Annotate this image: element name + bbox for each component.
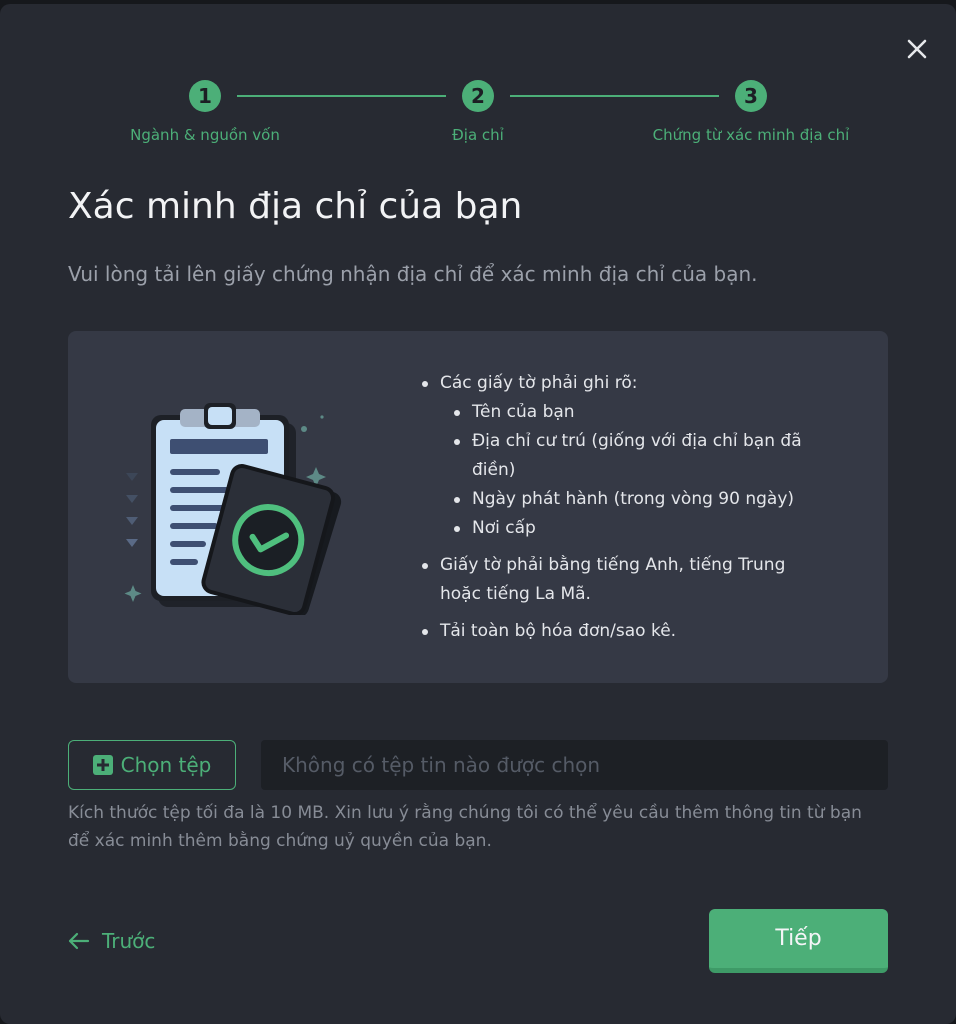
step-connector-1-2 bbox=[237, 95, 446, 97]
requirements-panel: Các giấy tờ phải ghi rõ: Tên của bạn Địa… bbox=[68, 331, 888, 683]
back-button[interactable]: Trước bbox=[66, 926, 155, 956]
step-1-label: Ngành & nguồn vốn bbox=[130, 126, 280, 144]
step-1-number: 1 bbox=[189, 80, 221, 112]
requirement-name: Tên của bạn bbox=[420, 398, 820, 427]
choose-file-label: Chọn tệp bbox=[120, 753, 212, 777]
requirement-issue-date: Ngày phát hành (trong vòng 90 ngày) bbox=[420, 485, 820, 514]
requirements-intro: Các giấy tờ phải ghi rõ: bbox=[420, 369, 820, 398]
close-button[interactable] bbox=[902, 34, 932, 64]
requirements-list: Các giấy tờ phải ghi rõ: Tên của bạn Địa… bbox=[420, 369, 820, 646]
step-connector-2-3 bbox=[510, 95, 719, 97]
step-3-number: 3 bbox=[735, 80, 767, 112]
requirement-full-upload: Tải toàn bộ hóa đơn/sao kê. bbox=[420, 617, 820, 646]
step-2-number: 2 bbox=[462, 80, 494, 112]
page-subtitle: Vui lòng tải lên giấy chứng nhận địa chỉ… bbox=[68, 262, 758, 286]
next-button[interactable]: Tiếp bbox=[709, 909, 888, 973]
page-title: Xác minh địa chỉ của bạn bbox=[68, 186, 523, 227]
requirement-issuer: Nơi cấp bbox=[420, 514, 820, 543]
step-2-label: Địa chỉ bbox=[452, 126, 504, 144]
back-label: Trước bbox=[102, 929, 156, 953]
next-label: Tiếp bbox=[775, 926, 822, 951]
verification-modal: 1 2 3 Ngành & nguồn vốn Địa chỉ Chứng từ… bbox=[0, 4, 956, 1024]
arrow-left-icon bbox=[68, 932, 90, 950]
requirement-address: Địa chỉ cư trú (giống với địa chỉ bạn đã… bbox=[420, 427, 820, 485]
choose-file-button[interactable]: Chọn tệp bbox=[68, 740, 236, 790]
upload-note: Kích thước tệp tối đa là 10 MB. Xin lưu … bbox=[68, 803, 862, 851]
selected-file-field[interactable]: Không có tệp tin nào được chọn bbox=[261, 740, 888, 790]
requirement-language: Giấy tờ phải bằng tiếng Anh, tiếng Trung… bbox=[420, 551, 820, 609]
plus-square-icon bbox=[92, 755, 113, 775]
document-check-illustration bbox=[124, 403, 342, 615]
step-3-label: Chứng từ xác minh địa chỉ bbox=[652, 126, 850, 144]
close-icon bbox=[907, 39, 927, 59]
